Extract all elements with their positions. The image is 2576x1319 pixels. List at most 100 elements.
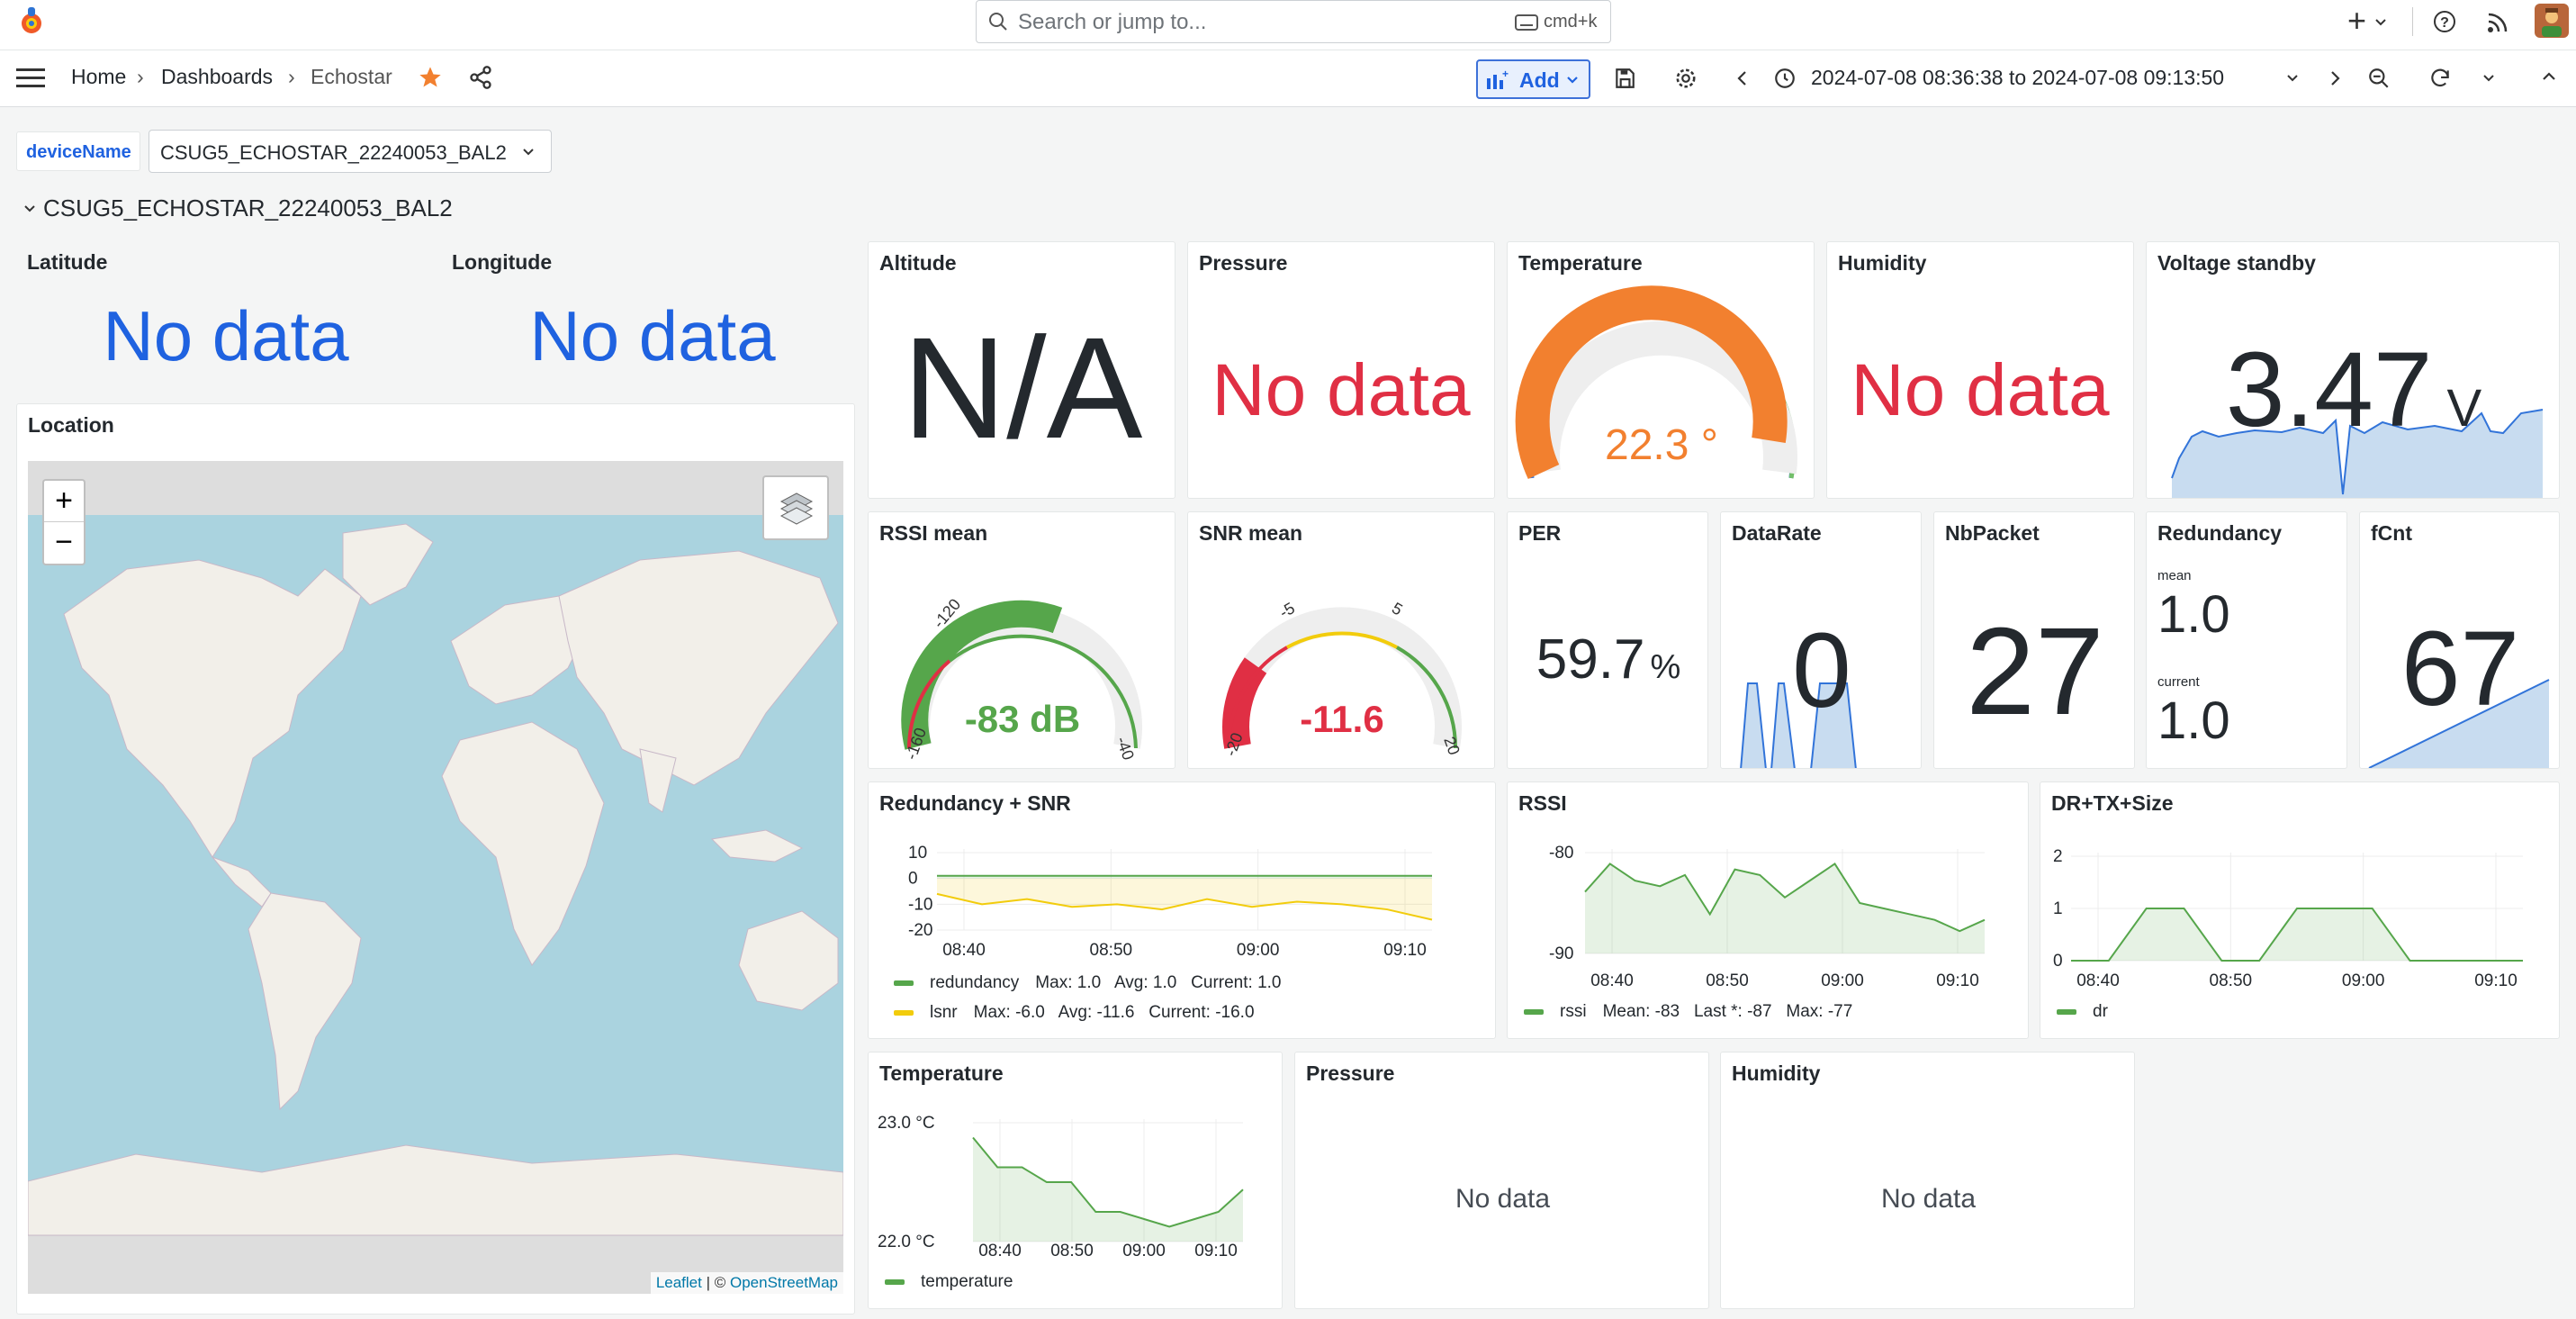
zoom-out-button[interactable]: −	[44, 522, 84, 564]
y-tick-label: 0	[2053, 952, 2063, 971]
panel-title: Location	[28, 413, 114, 437]
breadcrumb-separator-icon: ›	[137, 65, 144, 88]
redundancy-snr-panel: Redundancy + SNR 08:40 08:50 09:00 09:10 10 0…	[868, 781, 1496, 1039]
search-input[interactable]: Search or jump to... cmd+k	[976, 0, 1611, 43]
x-tick-label: 09:10	[1936, 971, 1979, 990]
breadcrumb-home[interactable]: Home	[71, 65, 126, 89]
rssi-mean-value: -83 dB	[964, 698, 1081, 740]
collapse-up-icon[interactable]	[2542, 70, 2556, 87]
x-tick-label: 08:50	[1706, 971, 1749, 990]
temperature-gauge-panel: Temperature 22.3 °	[1507, 241, 1815, 499]
redundancy-mean-value: 1.0	[2157, 585, 2230, 644]
panel-title: PER	[1518, 521, 1562, 545]
pressure-ts-panel: Pressure No data	[1294, 1052, 1709, 1309]
legend-item-temperature[interactable]: temperature	[885, 1272, 1013, 1292]
help-icon[interactable]: ?	[2432, 9, 2457, 39]
zoom-in-button[interactable]: +	[44, 481, 84, 522]
breadcrumb-separator-icon: ›	[288, 65, 295, 88]
altitude-value: N/A	[902, 307, 1143, 468]
time-back-icon[interactable]	[1735, 68, 1750, 93]
add-panel-icon: +	[1487, 69, 1509, 89]
clock-icon	[1773, 67, 1797, 95]
legend-item-redundancy[interactable]: redundancy Max: 1.0 Avg: 1.0 Current: 1.0	[894, 973, 1281, 993]
legend-swatch	[885, 1278, 905, 1285]
legend-item-rssi[interactable]: rssi Mean: -83 Last *: -87 Max: -77	[1524, 1002, 1852, 1022]
top-bar: Search or jump to... cmd+k + ?	[0, 0, 2576, 50]
osm-link[interactable]: OpenStreetMap	[730, 1274, 838, 1291]
temperature-value: 22.3 °	[1605, 421, 1718, 469]
save-dashboard-icon[interactable]	[1613, 67, 1636, 95]
x-tick-label: 09:10	[1194, 1242, 1238, 1260]
pressure-value: No data	[1211, 349, 1471, 431]
panel-title: Altitude	[879, 251, 957, 275]
legend-item-dr[interactable]: dr	[2057, 1002, 2108, 1022]
redundancy-snr-chart: 08:40 08:50 09:00 09:10 10 0 -10 -20	[908, 844, 1433, 960]
legend-item-lsnr[interactable]: lsnr Max: -6.0 Avg: -11.6 Current: -16.0	[894, 1003, 1255, 1023]
search-placeholder: Search or jump to...	[1018, 10, 1207, 34]
redundancy-panel: Redundancy mean 1.0 current 1.0	[2146, 511, 2347, 769]
humidity-value: No data	[1851, 349, 2110, 431]
share-icon[interactable]	[468, 65, 493, 95]
panel-title: Latitude	[27, 250, 108, 274]
x-tick-label: 08:40	[1590, 971, 1634, 990]
chevron-down-icon[interactable]	[2286, 72, 2299, 88]
star-favorite-icon[interactable]	[418, 65, 443, 95]
breadcrumb-dashboards[interactable]: Dashboards	[161, 65, 273, 89]
dr-tx-size-panel: DR+TX+Size 08:40 08:50 09:00 09:10 2 1 0 dr	[2040, 781, 2560, 1039]
redundancy-mean-label: mean	[2157, 568, 2192, 583]
row-collapse-toggle[interactable]: CSUG5_ECHOSTAR_22240053_BAL2	[23, 194, 563, 225]
x-tick-label: 09:00	[2342, 971, 2385, 990]
per-value: 59.7%	[1536, 628, 1681, 691]
svg-text:?: ?	[2440, 15, 2449, 31]
panel-title: NbPacket	[1945, 521, 2040, 545]
chevron-down-icon	[523, 149, 534, 156]
dr-tx-size-chart: 08:40 08:50 09:00 09:10 2 1 0	[2053, 847, 2523, 990]
pressure-stat-panel: Pressure No data	[1187, 241, 1495, 499]
rss-news-icon[interactable]	[2486, 11, 2509, 39]
x-tick-label: 08:50	[1050, 1242, 1094, 1260]
time-forward-icon[interactable]	[2328, 68, 2342, 93]
refresh-icon[interactable]	[2428, 67, 2452, 95]
datarate-panel: DataRate 0	[1720, 511, 1922, 769]
legend-swatch	[894, 980, 914, 986]
temperature-ts-panel: Temperature 08:40 08:50 09:00 09:10 23.0 °C 2…	[868, 1052, 1283, 1309]
per-panel: PER 59.7%	[1507, 511, 1708, 769]
fcnt-panel: fCnt 67	[2359, 511, 2560, 769]
map-attribution: Leaflet | © OpenStreetMap	[650, 1272, 843, 1294]
latitude-value: No data	[103, 296, 349, 375]
menu-icon[interactable]	[16, 67, 45, 95]
fcnt-value: 67	[2400, 610, 2520, 728]
user-avatar[interactable]	[2535, 4, 2569, 42]
humidity-no-data: No data	[1880, 1184, 1977, 1214]
longitude-value: No data	[529, 296, 776, 375]
layers-button[interactable]	[762, 475, 829, 540]
zoom-out-icon[interactable]	[2367, 67, 2391, 95]
chevron-down-icon[interactable]	[2482, 72, 2495, 88]
pressure-no-data: No data	[1455, 1184, 1551, 1214]
panel-title: Pressure	[1199, 251, 1288, 275]
y-tick-label: 22.0 °C	[878, 1233, 935, 1251]
location-panel: Location + − Leaflet | © OpenStreetMap	[16, 403, 855, 1314]
row-title: CSUG5_ECHOSTAR_22240053_BAL2	[43, 194, 453, 221]
x-tick-label: 09:10	[2474, 971, 2517, 990]
altitude-panel: Altitude N/A	[868, 241, 1175, 499]
series-area-temperature	[973, 1137, 1243, 1242]
world-map[interactable]: + − Leaflet | © OpenStreetMap	[28, 461, 843, 1294]
add-button[interactable]: + Add	[1476, 59, 1590, 99]
x-tick-label: 08:40	[978, 1242, 1022, 1260]
search-shortcut: cmd+k	[1544, 12, 1598, 32]
settings-gear-icon[interactable]	[1674, 67, 1698, 95]
x-tick-label: 09:10	[1383, 941, 1427, 960]
latitude-panel: Latitude No data	[16, 241, 436, 391]
leaflet-link[interactable]: Leaflet	[656, 1274, 702, 1291]
device-name-select[interactable]: CSUG5_ECHOSTAR_22240053_BAL2	[149, 130, 552, 173]
humidity-ts-panel: Humidity No data	[1720, 1052, 2135, 1309]
layers-icon	[779, 492, 814, 525]
y-tick-label: -20	[908, 921, 932, 940]
panel-title: Redundancy	[2157, 521, 2283, 545]
panel-title: Humidity	[1732, 1062, 1821, 1085]
snr-mean-panel: SNR mean -20 -5 5 20 -11.6	[1187, 511, 1495, 769]
grafana-logo-icon[interactable]	[18, 5, 45, 36]
time-range-picker[interactable]: 2024-07-08 08:36:38 to 2024-07-08 09:13:…	[1811, 66, 2224, 90]
new-plus-button[interactable]: +	[2344, 2, 2391, 39]
